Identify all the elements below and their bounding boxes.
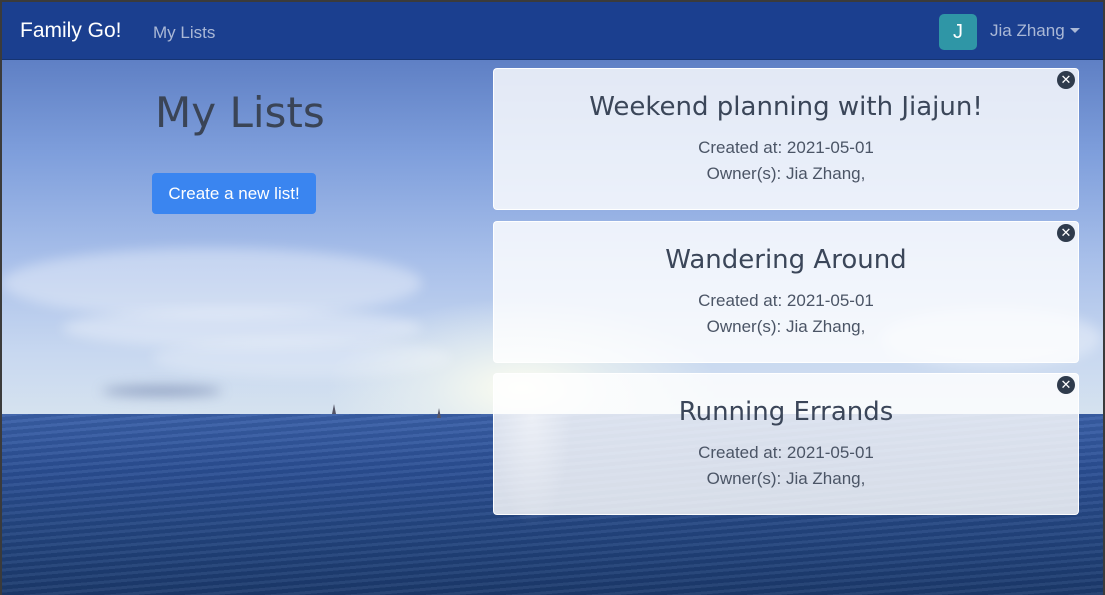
list-created-date: Created at: 2021-05-01 (698, 138, 874, 157)
page-title: My Lists (155, 88, 325, 137)
brand-logo[interactable]: Family Go! (20, 19, 122, 43)
list-title: Weekend planning with Jiajun! (589, 92, 983, 122)
list-title: Wandering Around (665, 245, 907, 275)
nav-link-my-lists[interactable]: My Lists (153, 23, 215, 43)
list-card[interactable]: ✕ Weekend planning with Jiajun! Created … (493, 68, 1079, 210)
create-list-button[interactable]: Create a new list! (152, 173, 316, 214)
list-owners: Owner(s): Jia Zhang, (706, 164, 866, 183)
list-created-date: Created at: 2021-05-01 (698, 443, 874, 462)
navbar: Family Go! My Lists J Jia Zhang (2, 2, 1103, 60)
close-icon[interactable]: ✕ (1057, 71, 1075, 89)
list-owners: Owner(s): Jia Zhang, (706, 469, 866, 488)
list-owners: Owner(s): Jia Zhang, (706, 317, 866, 336)
close-icon[interactable]: ✕ (1057, 376, 1075, 394)
close-icon[interactable]: ✕ (1057, 224, 1075, 242)
app-window: Family Go! My Lists J Jia Zhang My Lists… (0, 0, 1105, 595)
list-title: Running Errands (678, 397, 894, 427)
user-name: Jia Zhang (990, 21, 1065, 40)
list-created-date: Created at: 2021-05-01 (698, 291, 874, 310)
list-card[interactable]: ✕ Running Errands Created at: 2021-05-01… (493, 373, 1079, 515)
user-menu-dropdown[interactable]: Jia Zhang (990, 21, 1080, 41)
list-card[interactable]: ✕ Wandering Around Created at: 2021-05-0… (493, 221, 1079, 363)
chevron-down-icon (1069, 28, 1080, 33)
avatar[interactable]: J (939, 14, 977, 50)
